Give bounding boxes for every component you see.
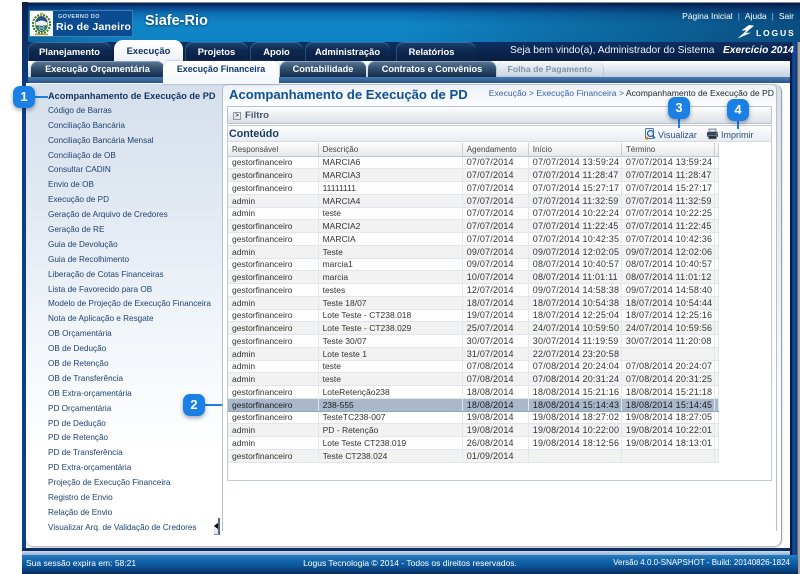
- svg-text:LOGUS: LOGUS: [756, 28, 796, 38]
